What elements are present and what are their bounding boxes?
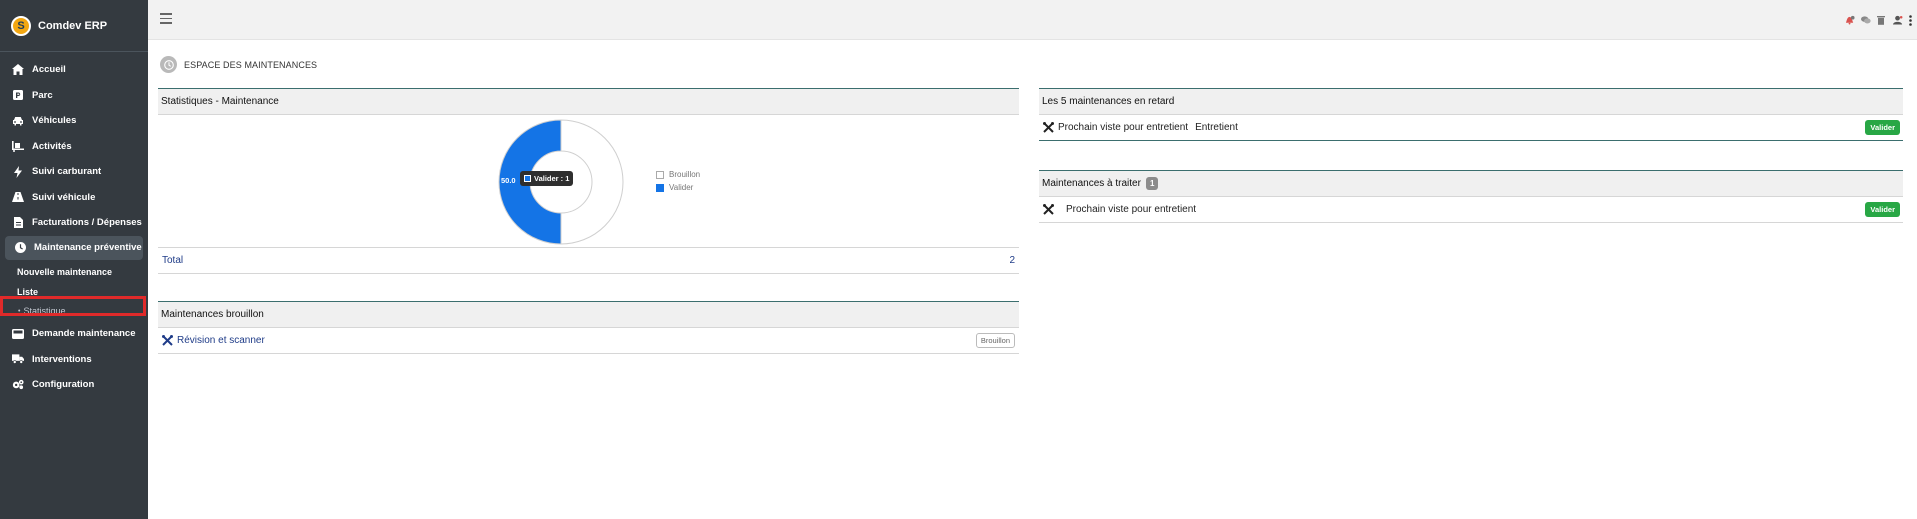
tools-icon [1043, 122, 1054, 133]
tooltip-text: Valider : 1 [534, 174, 570, 183]
sidebar-item-label: Maintenance préventive [34, 242, 142, 253]
sidebar-item-label: Parc [32, 89, 53, 101]
selection-highlight [0, 296, 146, 316]
brand-name: Comdev ERP [38, 19, 108, 32]
sidebar-item-vehicules[interactable]: Véhicules [0, 108, 148, 134]
maintenance-type: Entretient [1195, 122, 1238, 133]
total-value: 2 [1009, 255, 1015, 266]
sidebar: S Comdev ERP Accueil Parc Véhicules Acti… [0, 0, 148, 519]
invoice-icon [12, 217, 24, 229]
table-row[interactable]: Prochain viste pour entretient Valider [1039, 197, 1903, 223]
chart-tooltip: Valider : 1 [520, 171, 574, 186]
bell-alert-icon[interactable] [1845, 15, 1855, 25]
sidebar-item-label: Véhicules [32, 115, 77, 127]
total-row: Total 2 [158, 248, 1019, 274]
status-badge: Brouillon [975, 333, 1015, 348]
brouillon-panel-title: Maintenances brouillon [158, 302, 1019, 328]
sidebar-item-configuration[interactable]: Configuration [0, 372, 148, 398]
sidebar-item-label: Activités [32, 140, 72, 152]
sidebar-item-label: Configuration [32, 379, 95, 391]
retard-panel: Les 5 maintenances en retard Prochain vi… [1039, 88, 1903, 141]
traiter-panel: Maintenances à traiter 1 Prochain viste … [1039, 170, 1903, 223]
traiter-title: Maintenances à traiter [1042, 178, 1141, 189]
sidebar-item-suivi-carburant[interactable]: Suivi carburant [0, 159, 148, 185]
chart-legend: Brouillon Valider [656, 168, 700, 194]
page-header: ESPACE DES MAINTENANCES [160, 56, 317, 73]
legend-swatch [656, 183, 664, 192]
maintenance-label: Prochain viste pour entretient [1058, 122, 1189, 133]
top-icons [1845, 15, 1913, 26]
truck-loading-icon [12, 140, 24, 152]
sidebar-item-accueil[interactable]: Accueil [0, 57, 148, 83]
sidebar-item-label: Suivi véhicule [32, 191, 96, 203]
sidebar-item-parc[interactable]: Parc [0, 83, 148, 109]
count-badge: 1 [1145, 177, 1159, 190]
legend-item-valider[interactable]: Valider [656, 181, 700, 194]
home-icon [12, 64, 24, 76]
sidebar-item-label: Interventions [32, 353, 92, 365]
valider-badge[interactable]: Valider [1865, 120, 1900, 135]
sidebar-item-label: Demande maintenance [32, 328, 136, 340]
maintenance-label: Prochain viste pour entretient [1066, 204, 1197, 215]
chart-area: 50.0 Valider : 1 Brouillon Valider [158, 115, 1019, 248]
brouillon-panel: Maintenances brouillon Révision et scann… [158, 301, 1019, 354]
clock-icon [160, 56, 177, 73]
sidebar-item-facturations[interactable]: Facturations / Dépenses [0, 210, 148, 236]
table-row[interactable]: Révision et scanner Brouillon [158, 328, 1019, 354]
trash-icon[interactable] [1877, 15, 1887, 25]
stats-panel-title: Statistiques - Maintenance [158, 89, 1019, 115]
cogs-icon [12, 379, 24, 391]
valider-badge[interactable]: Valider [1865, 202, 1900, 217]
page-title: ESPACE DES MAINTENANCES [184, 59, 318, 70]
tools-icon [1043, 204, 1054, 215]
sidebar-item-activites[interactable]: Activités [0, 134, 148, 160]
legend-label: Brouillon [669, 170, 701, 179]
user-avatar-icon[interactable] [1893, 15, 1903, 25]
brand-logo: S [11, 15, 31, 36]
legend-label: Valider [669, 183, 694, 192]
menu-toggle-icon[interactable] [160, 13, 172, 25]
sidebar-nav: Accueil Parc Véhicules Activités Suivi c… [0, 52, 148, 398]
retard-panel-title: Les 5 maintenances en retard [1039, 89, 1903, 115]
sidebar-subitem-nouvelle-maintenance[interactable]: Nouvelle maintenance [0, 263, 148, 283]
maintenance-link[interactable]: Révision et scanner [177, 335, 265, 346]
parking-icon [12, 89, 24, 101]
car-icon [12, 115, 24, 127]
table-row[interactable]: Prochain viste pour entretient Entretien… [1039, 115, 1903, 141]
sidebar-item-interventions[interactable]: Interventions [0, 347, 148, 373]
comments-icon[interactable] [1861, 15, 1871, 25]
top-navbar [148, 0, 1917, 40]
legend-item-brouillon[interactable]: Brouillon [656, 168, 700, 181]
sidebar-item-suivi-vehicule[interactable]: Suivi véhicule [0, 185, 148, 211]
stats-panel: Statistiques - Maintenance 50.0 Valider … [158, 88, 1019, 274]
bolt-icon [12, 165, 24, 178]
inbox-icon [12, 328, 24, 340]
sidebar-item-label: Accueil [32, 64, 66, 76]
sidebar-item-maintenance-preventive[interactable]: Maintenance préventive [5, 235, 143, 260]
brand[interactable]: S Comdev ERP [0, 0, 148, 52]
clock-icon [14, 242, 26, 254]
sidebar-item-label: Suivi carburant [32, 166, 102, 178]
legend-swatch [656, 170, 664, 179]
main-content: ESPACE DES MAINTENANCES Statistiques - M… [148, 41, 1917, 519]
truck-icon [12, 353, 24, 365]
tools-icon [162, 335, 173, 346]
sidebar-item-demande-maintenance[interactable]: Demande maintenance [0, 321, 148, 347]
sidebar-subitem-label: Nouvelle maintenance [17, 267, 113, 278]
more-vertical-icon[interactable] [1909, 15, 1913, 26]
traiter-panel-title: Maintenances à traiter 1 [1039, 171, 1903, 197]
tooltip-color-swatch [524, 175, 531, 182]
sidebar-item-label: Facturations / Dépenses [32, 217, 142, 229]
slice-value-label: 50.0 [501, 176, 516, 185]
total-label: Total [162, 255, 184, 266]
road-icon [12, 191, 24, 203]
